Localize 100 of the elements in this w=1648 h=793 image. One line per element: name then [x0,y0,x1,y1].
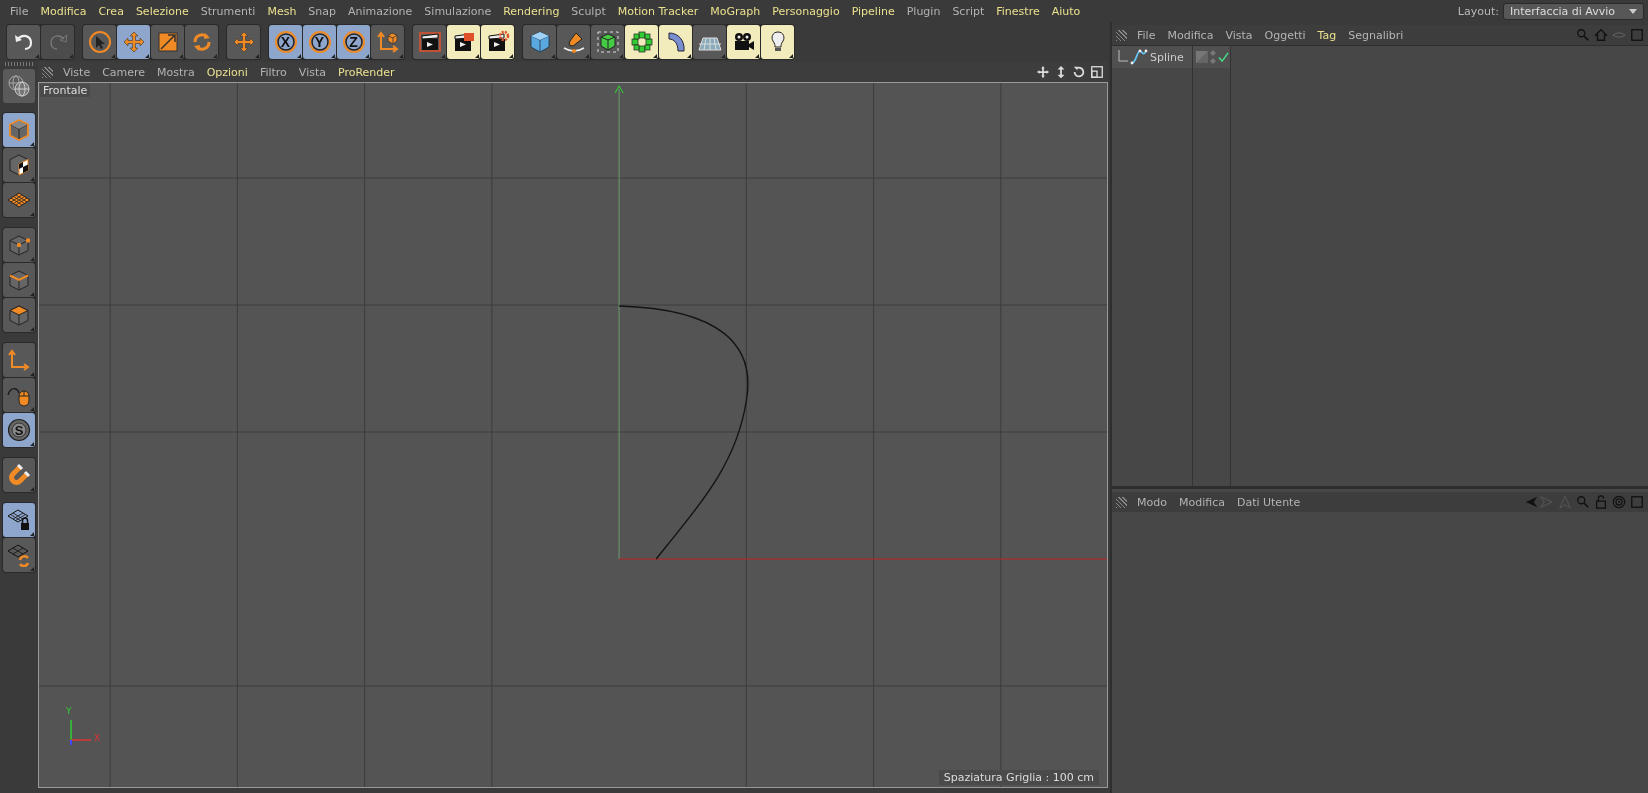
grid-rotate-icon [7,543,31,567]
menu-item[interactable]: Modo [1131,495,1173,509]
menu-item[interactable]: File [4,4,35,18]
menu-item[interactable]: Modifica [1172,495,1231,509]
cloner-button[interactable] [625,25,658,59]
menu-item[interactable]: MoGraph [704,4,767,18]
menu-item[interactable]: Segnalibri [1342,28,1410,42]
render-settings-button[interactable] [481,25,514,59]
render-picture-button[interactable] [447,25,480,59]
menu-item[interactable]: Modifica [1161,28,1220,42]
pen-tool-button[interactable] [557,25,590,59]
y-axis-lock-button[interactable]: Y [303,25,336,59]
menu-item[interactable]: Viste [57,65,97,79]
object-row[interactable]: Spline [1112,46,1192,68]
pen-icon [561,30,586,54]
visibility-dots-icon[interactable] [1210,50,1216,64]
rotate-tool-button[interactable] [185,25,218,59]
snap-button[interactable]: S [3,413,35,447]
panel-grip-icon [42,66,53,78]
select-tool-button[interactable] [83,25,116,59]
menu-item[interactable]: Tag [1311,28,1343,42]
menu-item[interactable]: Motion Tracker [611,4,705,18]
workplane-rotate-button[interactable] [3,538,35,572]
move-tool-button[interactable] [227,25,260,59]
menu-item[interactable]: Script [946,4,991,18]
menu-item[interactable]: Rendering [497,4,566,18]
floor-button[interactable] [693,25,726,59]
navigation-button[interactable] [3,69,35,103]
menu-item[interactable]: Modifica [34,4,93,18]
menu-item[interactable]: Filtro [253,65,293,79]
checkmark-icon[interactable] [1218,51,1229,63]
cloner-icon [629,30,654,54]
cube-button[interactable] [523,25,556,59]
axis-ring-icon [341,30,366,54]
move-view-icon[interactable] [1036,65,1050,79]
workplane-lock-button[interactable] [3,503,35,537]
cursor-icon [87,30,112,54]
rotate-view-icon[interactable] [1072,65,1086,79]
maximize-view-icon[interactable] [1090,65,1104,79]
back-forward-arrows-icon[interactable] [1524,495,1554,509]
subdivision-cube-icon [595,30,620,54]
cube-icon [7,118,31,142]
menu-item[interactable]: Selezione [129,4,195,18]
layout-label: Layout: [1457,4,1499,18]
edges-mode-button[interactable] [3,263,35,297]
menu-item[interactable]: Vista [1219,28,1259,42]
menu-item[interactable]: Pipeline [845,4,901,18]
menu-item[interactable]: Strumenti [194,4,262,18]
clapperboard-gear-icon [485,30,510,54]
menu-item[interactable]: Aiuto [1045,4,1087,18]
layout-dropdown[interactable]: Interfaccia di Avvio [1502,2,1644,20]
render-view-button[interactable] [413,25,446,59]
menu-item[interactable]: Animazione [342,4,419,18]
polygons-mode-button[interactable] [3,298,35,332]
workplane-mode-button[interactable] [3,183,35,217]
menu-item[interactable]: Plugin [900,4,947,18]
axis-mode-button[interactable] [3,343,35,377]
menu-item[interactable]: Opzioni [200,65,254,79]
move-arrows-icon [231,30,256,54]
bend-deformer-button[interactable] [659,25,692,59]
view-name-label: Frontale [40,84,91,97]
texture-mode-button[interactable] [3,148,35,182]
camera-button[interactable] [727,25,760,59]
cube-icon [527,30,552,54]
undo-button[interactable] [7,25,40,59]
cube-edges-icon [7,268,31,292]
axis-arrows-icon [7,348,31,372]
menu-item[interactable]: Dati Utente [1230,495,1307,509]
model-mode-button[interactable] [3,113,35,147]
x-axis-lock-button[interactable]: X [269,25,302,59]
tweak-mode-button[interactable] [3,378,35,412]
panel-grip-icon [1116,29,1127,41]
axes-cube-icon [375,30,400,54]
clapperboard-icon [451,30,476,54]
scale-tool-button[interactable] [151,25,184,59]
points-mode-button[interactable] [3,228,35,262]
menu-item[interactable]: Finestre [990,4,1046,18]
magnet-icon [7,463,31,487]
menu-item[interactable]: Simulazione [418,4,498,18]
axis-gizmo-drawing [70,719,92,746]
move-tool-button[interactable] [117,25,150,59]
light-button[interactable] [761,25,794,59]
menu-item[interactable]: Vista [292,65,332,79]
menu-item[interactable]: Mesh [261,4,303,18]
z-axis-lock-button[interactable]: Z [337,25,370,59]
menu-item[interactable]: ProRender [331,65,401,79]
magnet-button[interactable] [3,458,35,492]
menu-item[interactable]: Camere [96,65,152,79]
menu-item[interactable]: Personaggio [766,4,846,18]
menu-item[interactable]: File [1131,28,1162,42]
menu-item[interactable]: Oggetti [1258,28,1312,42]
move-arrows-icon [121,30,146,54]
menu-item[interactable]: Sculpt [565,4,612,18]
subdivision-button[interactable] [591,25,624,59]
axis-ring-icon [273,30,298,54]
layer-swatch-icon[interactable] [1196,51,1208,63]
menu-item[interactable]: Mostra [151,65,201,79]
menu-item[interactable]: Crea [92,4,130,18]
menu-item[interactable]: Snap [302,4,343,18]
coordinate-system-button[interactable] [371,25,404,59]
